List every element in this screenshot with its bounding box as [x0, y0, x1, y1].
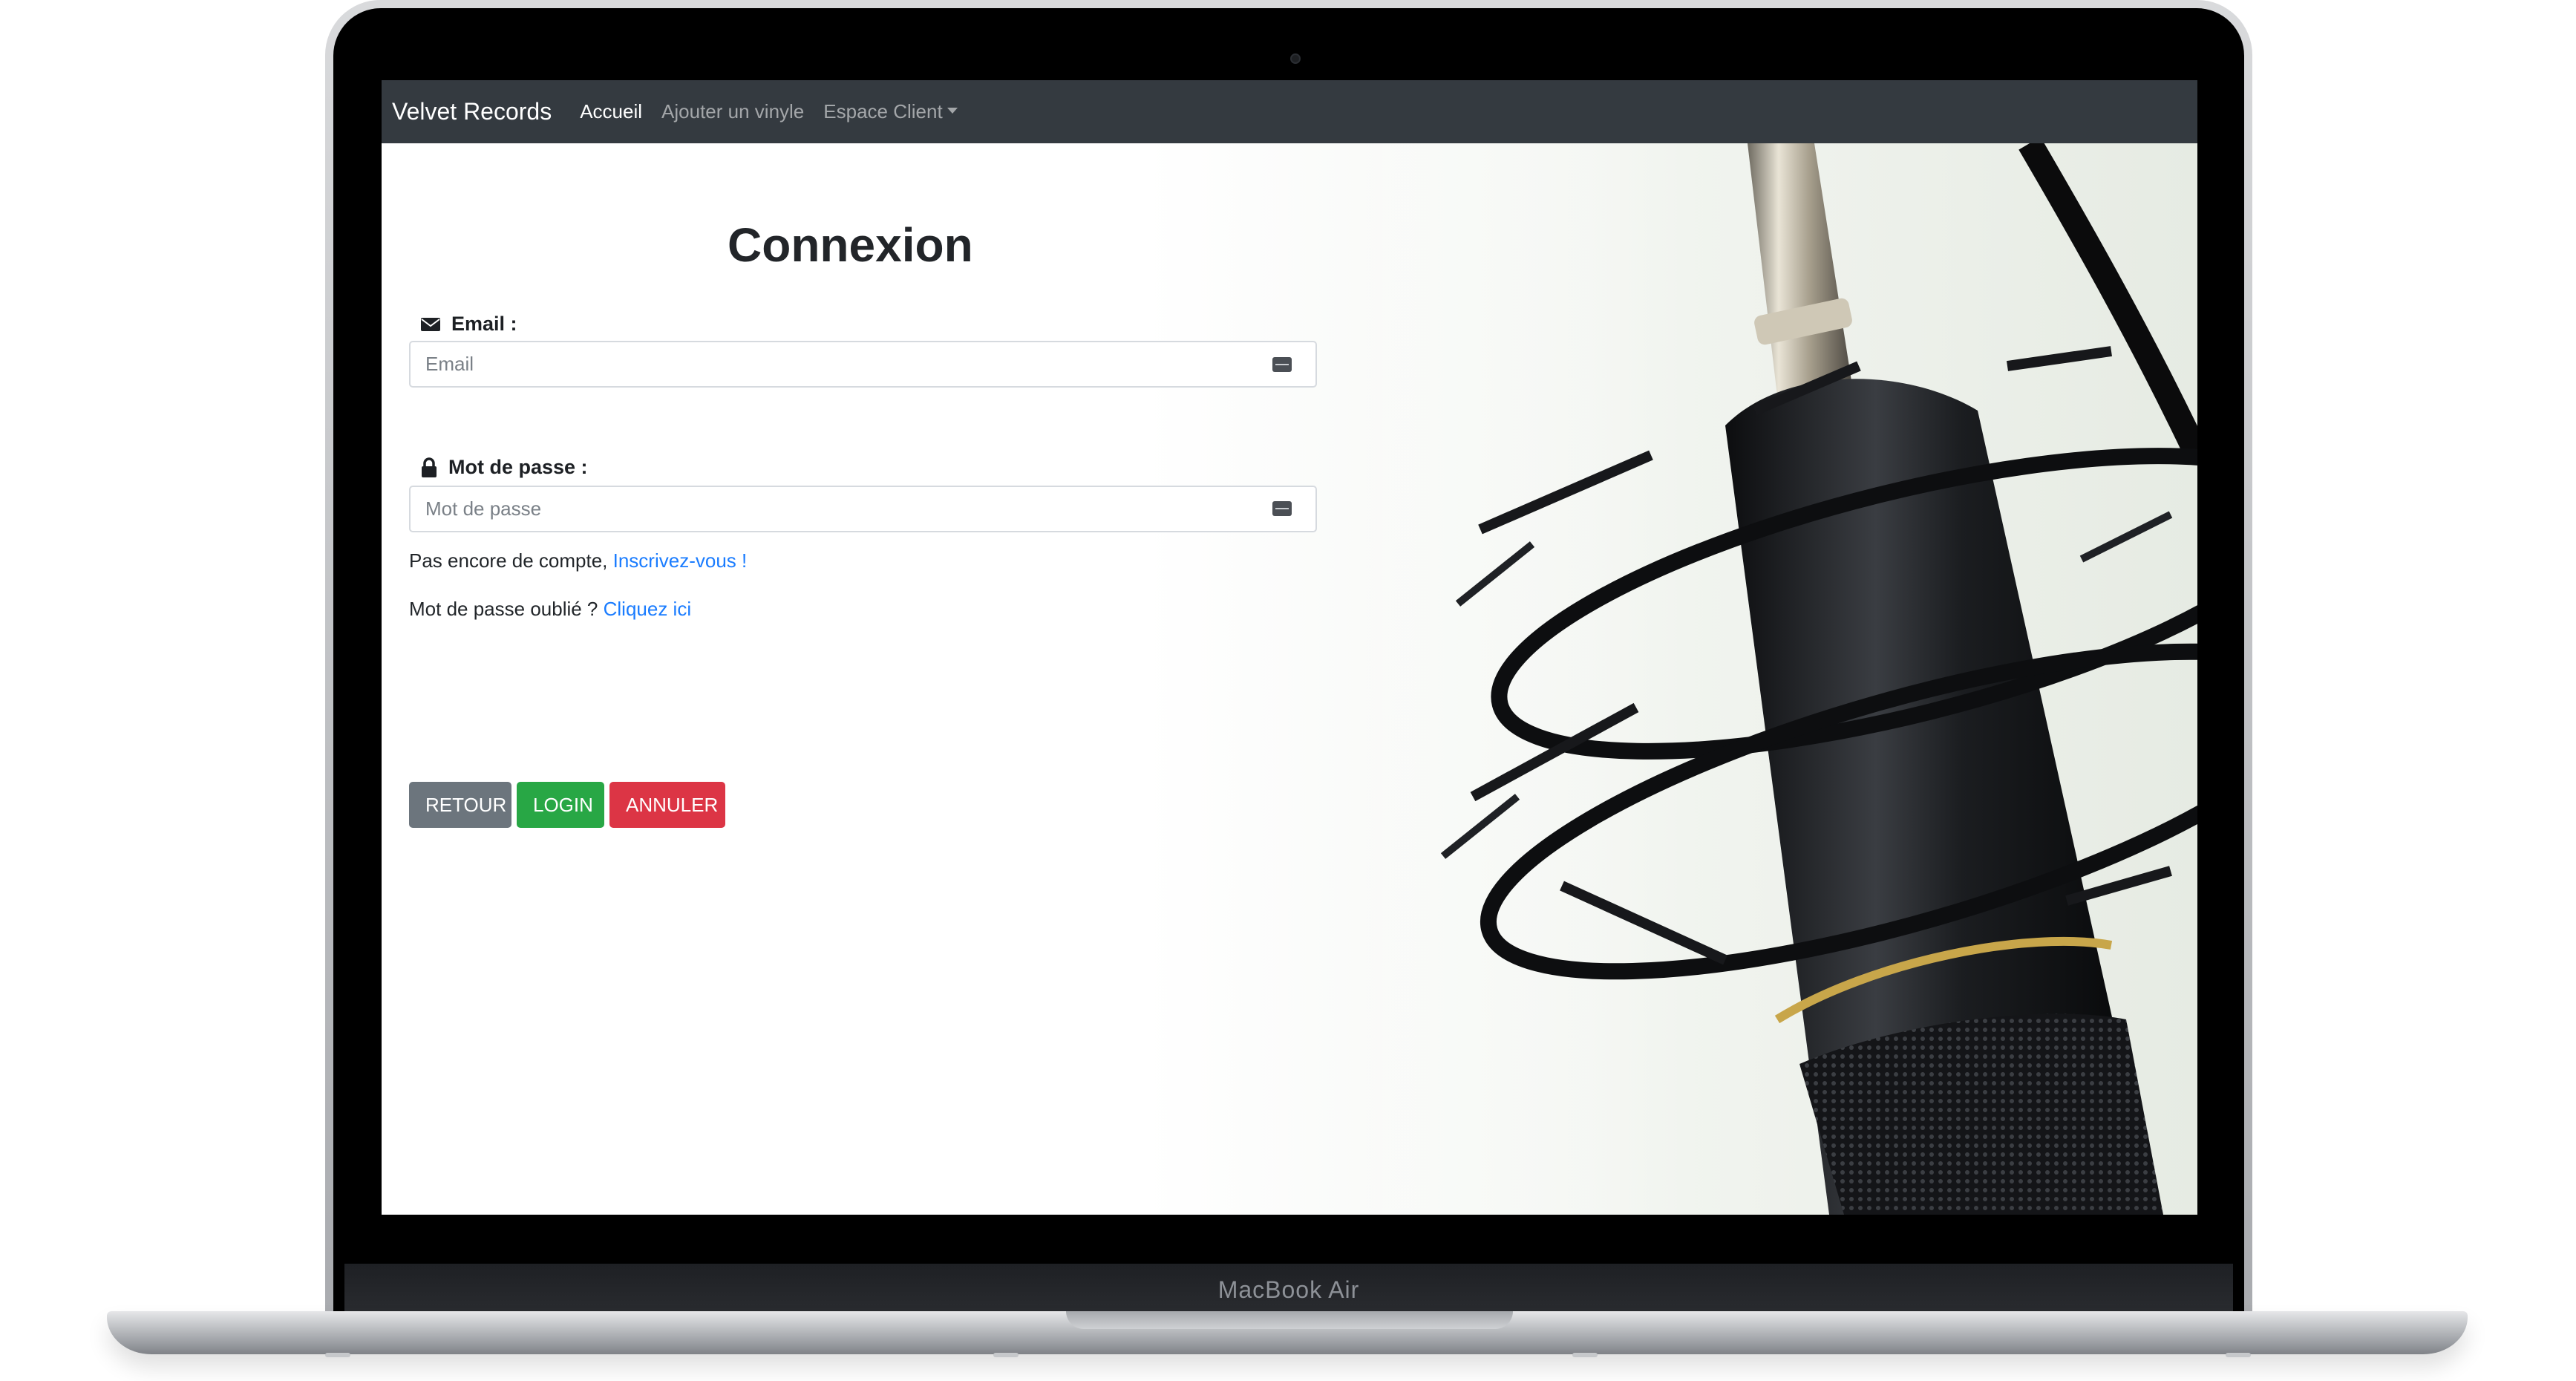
nav-link-ajouter-vinyle[interactable]: Ajouter un vinyle — [661, 100, 804, 123]
laptop-foot — [993, 1353, 1019, 1357]
lock-icon — [422, 457, 437, 477]
email-input[interactable] — [409, 341, 1317, 388]
login-button[interactable]: LOGIN — [517, 782, 604, 828]
password-label-text: Mot de passe : — [448, 456, 588, 478]
camera-icon — [1290, 53, 1301, 64]
laptop-foot — [2226, 1353, 2251, 1357]
cancel-button[interactable]: ANNULER — [609, 782, 725, 828]
bezel-bottom-strip: MacBook Air — [344, 1264, 2233, 1316]
browser-screen: Velvet Records Accueil Ajouter un vinyle… — [382, 80, 2197, 1215]
forgot-password-line: Mot de passe oublié ? Cliquez ici — [409, 598, 691, 621]
nav-dropdown-espace-client[interactable]: Espace Client — [823, 100, 958, 123]
back-button[interactable]: RETOUR — [409, 782, 511, 828]
password-input[interactable] — [409, 486, 1317, 532]
laptop-foot — [325, 1353, 350, 1357]
email-label: Email : — [420, 313, 517, 336]
caret-down-icon — [947, 108, 958, 114]
email-label-text: Email : — [451, 313, 517, 335]
envelope-icon — [421, 317, 440, 331]
nav-dropdown-label: Espace Client — [823, 100, 943, 123]
password-label: Mot de passe : — [420, 456, 588, 479]
autofill-key-icon[interactable] — [1272, 501, 1292, 516]
signup-text: Pas encore de compte, — [409, 549, 608, 572]
laptop-foot — [1572, 1353, 1598, 1357]
autofill-key-icon[interactable] — [1272, 357, 1292, 372]
signup-link[interactable]: Inscrivez-vous ! — [613, 549, 748, 572]
navbar: Velvet Records Accueil Ajouter un vinyle… — [382, 80, 2197, 143]
nav-link-accueil[interactable]: Accueil — [580, 100, 642, 123]
device-label: MacBook Air — [1217, 1276, 1360, 1303]
laptop-notch — [1066, 1311, 1513, 1329]
forgot-password-text: Mot de passe oublié ? — [409, 598, 598, 620]
page-content: Connexion Email : Mot de passe : Pas enc… — [382, 143, 2197, 1215]
navbar-brand[interactable]: Velvet Records — [392, 98, 552, 125]
signup-line: Pas encore de compte, Inscrivez-vous ! — [409, 549, 747, 572]
page-title: Connexion — [728, 218, 973, 272]
forgot-password-link[interactable]: Cliquez ici — [604, 598, 692, 620]
microphone-photo — [1339, 143, 2197, 1215]
